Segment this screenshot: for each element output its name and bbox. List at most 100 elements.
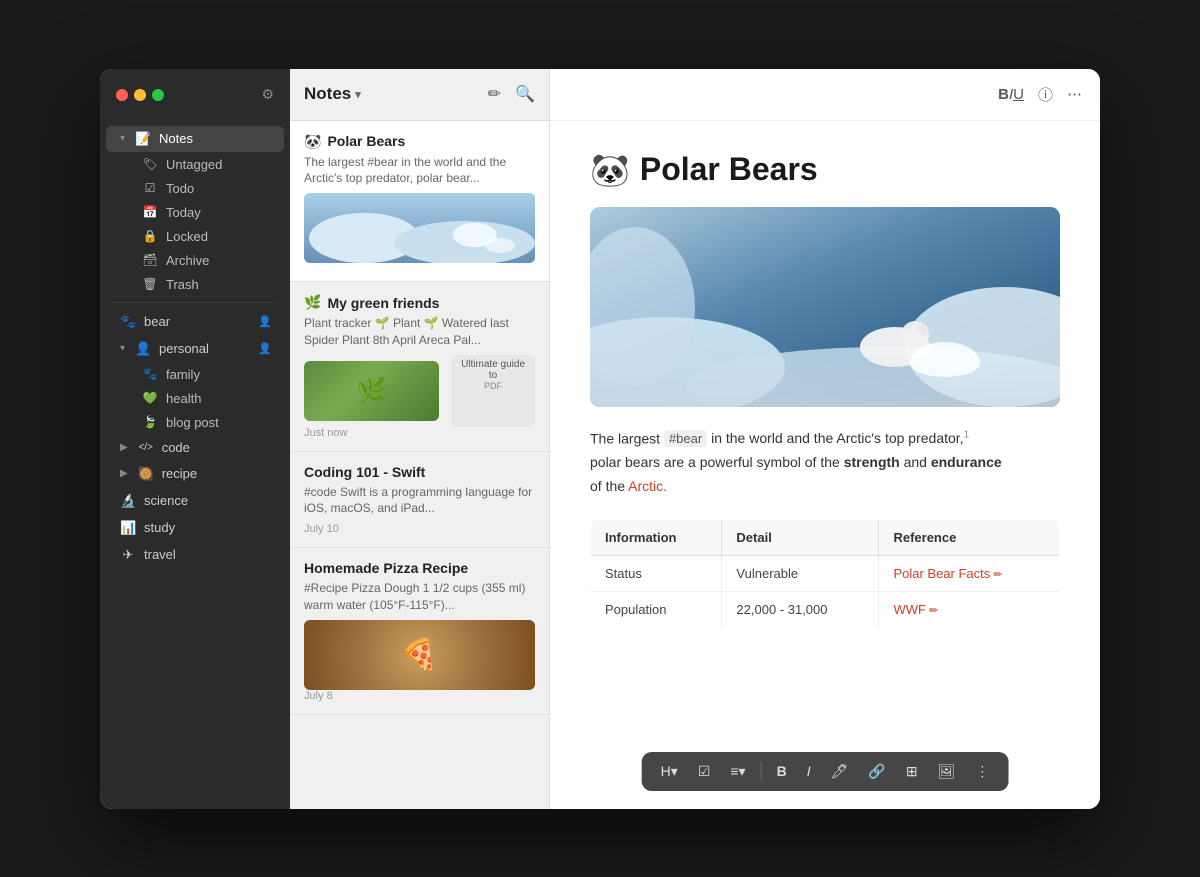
sidebar-item-health[interactable]: 💚 health: [106, 387, 284, 410]
note-card-coding[interactable]: Coding 101 - Swift #code Swift is a prog…: [290, 452, 549, 549]
minimize-button[interactable]: [134, 89, 146, 101]
content-toolbar: H▾ ☑ ≡▾ B I 🖊 🔗 ⊞ 🖼 ⋮: [642, 752, 1009, 791]
toolbar-link-button[interactable]: 🔗: [863, 760, 890, 783]
note-title-text: Coding 101 - Swift: [304, 464, 425, 480]
sidebar-item-label: Archive: [166, 253, 209, 268]
content-bold-1: strength: [844, 454, 900, 470]
table-cell-info: Population: [591, 591, 722, 627]
note-card-title: Homemade Pizza Recipe: [304, 560, 535, 576]
note-emoji: 🌿: [304, 294, 321, 311]
sidebar-controls-icon[interactable]: ⚙: [261, 86, 274, 103]
travel-icon: ✈: [120, 547, 136, 563]
sidebar-item-personal[interactable]: ▾ 👤 personal 👤: [106, 336, 284, 362]
sidebar-item-label: science: [144, 493, 188, 508]
toolbar-checkbox-button[interactable]: ☑: [693, 760, 716, 783]
content-paragraph-1: The largest: [590, 430, 664, 446]
toolbar-italic-button[interactable]: I: [802, 760, 816, 782]
content-title: 🐼 Polar Bears: [590, 151, 1060, 189]
sidebar-item-recipe[interactable]: ▶ 🥘 recipe: [106, 461, 284, 487]
table-cell-ref: WWF✏: [879, 591, 1060, 627]
sidebar-item-trash[interactable]: 🗑 Trash: [106, 273, 284, 296]
sidebar-item-label: Notes: [159, 131, 193, 146]
content-paragraph-3: polar bears are a powerful symbol of the…: [590, 454, 1002, 470]
sidebar-item-today[interactable]: 📅 Today: [106, 201, 284, 224]
note-card-green-friends[interactable]: 🌿 My green friends Plant tracker 🌱 Plant…: [290, 282, 549, 452]
sidebar-item-science[interactable]: 🔬 science: [106, 488, 284, 514]
note-card-pizza[interactable]: Homemade Pizza Recipe #Recipe Pizza Doug…: [290, 548, 549, 715]
note-card-preview: #Recipe Pizza Dough 1 1/2 cups (355 ml) …: [304, 580, 535, 614]
bear-icon: 🐾: [120, 314, 136, 330]
note-card-preview: #code Swift is a programming language fo…: [304, 484, 535, 518]
content-header: BIU ⓘ ⋯: [550, 69, 1100, 121]
search-notes-button[interactable]: 🔍: [515, 84, 535, 104]
pdf-label-2: to: [489, 370, 497, 381]
sidebar-item-untagged[interactable]: 🏷 Untagged: [106, 153, 284, 176]
recipe-icon: 🥘: [138, 466, 154, 482]
blog-icon: 🍃: [142, 415, 158, 429]
plants-image: [304, 361, 439, 421]
toolbar-bold-button[interactable]: B: [772, 760, 792, 782]
table-row: Population 22,000 - 31,000 WWF✏: [591, 591, 1060, 627]
sidebar-item-locked[interactable]: 🔒 Locked: [106, 225, 284, 248]
sidebar-item-label: health: [166, 391, 201, 406]
note-card-title: 🌿 My green friends: [304, 294, 535, 311]
sidebar-item-label: study: [144, 520, 175, 535]
today-icon: 📅: [142, 205, 158, 219]
toolbar-table-button[interactable]: ⊞: [901, 760, 923, 783]
sidebar-item-label: personal: [159, 341, 209, 356]
toolbar-highlight-button[interactable]: 🖊: [826, 760, 854, 783]
note-card-title: Coding 101 - Swift: [304, 464, 535, 480]
biu-button[interactable]: BIU: [998, 86, 1024, 103]
untagged-icon: 🏷: [142, 157, 158, 171]
pizza-image: [304, 620, 535, 690]
polar-bear-image-placeholder: [304, 193, 535, 263]
table-cell-ref: Polar Bear Facts✏: [879, 555, 1060, 591]
content-body: 🐼 Polar Bears: [550, 121, 1100, 809]
note-card-date: Just now: [304, 427, 535, 439]
note-title-text: Polar Bears: [327, 133, 405, 149]
content-link-arctic[interactable]: Arctic.: [628, 478, 667, 494]
new-note-button[interactable]: ✏: [488, 84, 501, 104]
sidebar-item-archive[interactable]: 🗃 Archive: [106, 249, 284, 272]
personal-icon: 👤: [135, 341, 151, 357]
toolbar-more-button[interactable]: ⋮: [970, 760, 994, 783]
note-card-date: July 10: [304, 523, 535, 535]
content-table: Information Detail Reference Status Vuln…: [590, 519, 1060, 628]
more-button[interactable]: ⋯: [1067, 85, 1082, 103]
sidebar-item-blog-post[interactable]: 🍃 blog post: [106, 411, 284, 434]
content-hashtag: #bear: [664, 430, 707, 447]
toolbar-heading-button[interactable]: H▾: [656, 760, 683, 783]
sidebar-item-todo[interactable]: ☑ Todo: [106, 177, 284, 200]
table-cell-detail: Vulnerable: [722, 555, 879, 591]
content-paragraph-4: of the Arctic.: [590, 478, 667, 494]
content-text: The largest #bear in the world and the A…: [590, 427, 1060, 499]
sidebar-item-label: bear: [144, 314, 170, 329]
sidebar-item-study[interactable]: 📊 study: [106, 515, 284, 541]
locked-icon: 🔒: [142, 229, 158, 243]
polar-bear-facts-link[interactable]: Polar Bear Facts: [893, 566, 990, 581]
app-window: ⚙ ▾ 📝 Notes 🏷 Untagged ☑ Todo 📅 Today: [100, 69, 1100, 809]
health-icon: 💚: [142, 391, 158, 405]
content-title-text: Polar Bears: [640, 151, 818, 188]
sidebar-item-bear[interactable]: 🐾 bear 👤: [106, 309, 284, 335]
sidebar-item-code[interactable]: ▶ </> code: [106, 435, 284, 460]
sidebar-item-label: Today: [166, 205, 201, 220]
sidebar-item-label: Untagged: [166, 157, 222, 172]
code-chevron: ▶: [120, 442, 128, 453]
toolbar-list-button[interactable]: ≡▾: [725, 760, 750, 783]
close-button[interactable]: [116, 89, 128, 101]
notes-list-title-text: Notes: [304, 84, 351, 104]
note-card-polar-bears[interactable]: 🐼 Polar Bears The largest #bear in the w…: [290, 121, 549, 283]
wwf-link[interactable]: WWF: [893, 602, 925, 617]
maximize-button[interactable]: [152, 89, 164, 101]
info-button[interactable]: ⓘ: [1038, 84, 1053, 105]
science-icon: 🔬: [120, 493, 136, 509]
sidebar-item-travel[interactable]: ✈ travel: [106, 542, 284, 568]
notes-list: Notes ▾ ✏ 🔍 🐼 Polar Bears The largest #b…: [290, 69, 550, 809]
sidebar-divider: [112, 302, 278, 303]
sidebar-item-notes[interactable]: ▾ 📝 Notes: [106, 126, 284, 152]
sidebar-item-family[interactable]: 🐾 family: [106, 363, 284, 386]
personal-badge: 👤: [258, 342, 272, 355]
sidebar-item-label: Locked: [166, 229, 208, 244]
toolbar-image-button[interactable]: 🖼: [933, 760, 961, 783]
